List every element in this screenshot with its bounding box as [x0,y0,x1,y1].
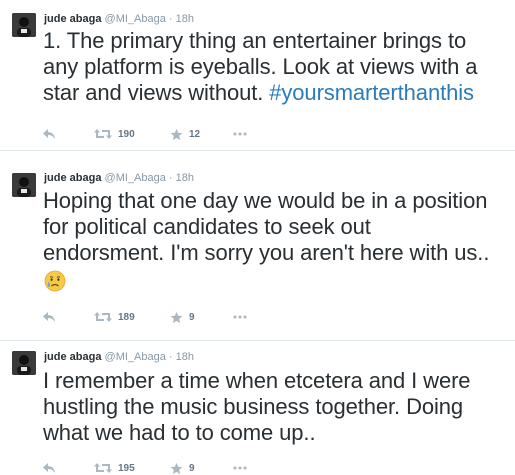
tweet-text: Hoping that one day we would be in a pos… [43,188,509,266]
retweet-count: 195 [118,462,135,474]
more-dots-icon [233,466,247,470]
user-handle[interactable]: @MI_Abaga [105,172,166,184]
tweet-time[interactable]: 18h [176,172,194,184]
reply-icon [43,129,55,139]
retweet-icon [94,129,112,139]
tweet-text: I remember a time when etcetera and I we… [43,368,509,446]
tweet-time[interactable]: 18h [176,13,194,25]
tweet[interactable]: jude abaga @MI_Abaga · 18h 1. The primar… [0,0,515,151]
tweet-text: 1. The primary thing an entertainer brin… [43,28,509,106]
tweet-text-line: for political candidates to seek out [43,214,371,239]
retweet-icon [94,312,112,322]
favorite-button[interactable]: 9 [170,310,195,324]
star-icon [170,462,183,474]
more-button[interactable] [233,461,247,475]
tweet-text-line: endorsment. I'm sorry you aren't here wi… [43,240,490,265]
separator: · [168,13,173,25]
hashtag-link[interactable]: #yoursmarterthanthis [269,80,474,105]
more-button[interactable] [233,310,247,324]
tweet-text-line: 1. The primary thing an entertainer brin… [43,28,467,53]
tweet-header: jude abaga @MI_Abaga · 18h [44,12,194,26]
retweet-count: 189 [118,311,135,323]
favorite-count: 9 [189,311,195,323]
tweet[interactable]: jude abaga @MI_Abaga · 18h I remember a … [0,341,515,475]
star-icon [170,311,183,323]
favorite-button[interactable]: 9 [170,461,195,475]
more-button[interactable] [233,127,247,141]
reply-button[interactable] [42,127,56,141]
avatar[interactable] [12,351,36,375]
tweet-header: jude abaga @MI_Abaga · 18h [44,171,194,185]
tweet-header: jude abaga @MI_Abaga · 18h [44,350,194,364]
tweet-timeline: jude abaga @MI_Abaga · 18h 1. The primar… [0,0,515,475]
separator: · [168,172,173,184]
tweet-time[interactable]: 18h [176,351,194,363]
tweet-text-line: any platform is eyeballs. Look at views … [43,54,478,79]
retweet-button[interactable]: 189 [94,310,135,324]
tweet-text-segment: star and views without. [43,80,264,105]
tweet-text-line: star and views without. #yoursmarterthan… [43,80,509,106]
crying-face-emoji [44,270,66,297]
separator: · [168,351,173,363]
more-dots-icon [233,132,247,136]
user-name[interactable]: jude abaga [44,351,101,363]
user-handle[interactable]: @MI_Abaga [105,13,166,25]
favorite-button[interactable]: 12 [170,127,200,141]
favorite-count: 9 [189,462,195,474]
star-icon [170,128,183,140]
avatar[interactable] [12,13,36,37]
retweet-icon [94,463,112,473]
user-handle[interactable]: @MI_Abaga [105,351,166,363]
tweet[interactable]: jude abaga @MI_Abaga · 18h Hoping that o… [0,151,515,341]
reply-icon [43,312,55,322]
reply-button[interactable] [42,310,56,324]
tweet-text-line: I remember a time when etcetera and I we… [43,368,471,393]
reply-button[interactable] [42,461,56,475]
avatar[interactable] [12,173,36,197]
user-name[interactable]: jude abaga [44,13,101,25]
tweet-text-line: what we had to to come up.. [43,420,316,445]
user-name[interactable]: jude abaga [44,172,101,184]
reply-icon [43,463,55,473]
tweet-text-line: hustling the music business together. Do… [43,394,464,419]
favorite-count: 12 [189,128,201,140]
retweet-button[interactable]: 190 [94,127,135,141]
retweet-button[interactable]: 195 [94,461,135,475]
retweet-count: 190 [118,128,135,140]
tweet-text-line: Hoping that one day we would be in a pos… [43,188,488,213]
more-dots-icon [233,315,247,319]
